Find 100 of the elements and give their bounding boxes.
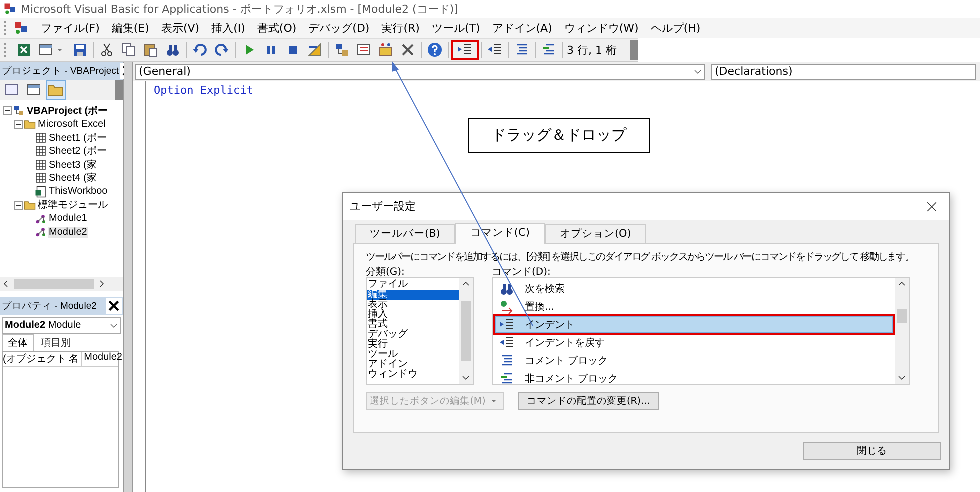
tab[interactable]: 項目別 bbox=[36, 335, 76, 351]
tree-item[interactable]: ThisWorkboo bbox=[48, 186, 109, 198]
grid-icon bbox=[35, 172, 47, 184]
clipboard-icon bbox=[143, 42, 159, 58]
scissors-icon bbox=[99, 42, 115, 58]
menu-item[interactable]: ファイル(F) bbox=[35, 20, 106, 36]
menu-item[interactable]: 挿入(I) bbox=[206, 20, 252, 36]
window-title: Microsoft Visual Basic for Applications - ポートフォリオ.xlsm - [Module2 (コード)] bbox=[21, 2, 458, 16]
toolbar-button[interactable] bbox=[451, 40, 479, 60]
tree-icon bbox=[13, 104, 25, 117]
module-icon bbox=[35, 226, 47, 238]
list-label: 分類(G): bbox=[366, 266, 406, 277]
list-item[interactable]: デバッグ bbox=[367, 330, 459, 340]
dropdown-button: 選択したボタンの編集(M) bbox=[366, 392, 504, 410]
list-item[interactable]: ウィンドウ bbox=[367, 370, 459, 380]
folder-icon bbox=[24, 199, 36, 212]
tree-item[interactable]: VBAProject (ポー bbox=[26, 104, 110, 118]
tree-item[interactable]: Module1 bbox=[48, 213, 88, 224]
gripper-handle[interactable] bbox=[4, 43, 9, 57]
tree-item[interactable]: Module2 bbox=[48, 226, 88, 238]
spreadsheet-icon bbox=[16, 42, 32, 58]
tab[interactable]: 全体 bbox=[2, 334, 34, 351]
menu-item[interactable]: 実行(R) bbox=[376, 20, 426, 36]
list-item[interactable]: 次を検索 bbox=[495, 280, 893, 297]
tree-item[interactable]: Microsoft Excel bbox=[37, 118, 107, 130]
collapse-toggle[interactable] bbox=[14, 120, 23, 129]
menu-item[interactable]: 書式(O) bbox=[251, 20, 303, 36]
tab[interactable]: オプション(O) bbox=[544, 224, 646, 243]
spreadsheet-icon bbox=[35, 186, 47, 198]
outdent-icon bbox=[499, 334, 515, 350]
save-icon bbox=[72, 42, 88, 58]
scroll-thumb[interactable] bbox=[461, 301, 471, 361]
redo-icon bbox=[214, 42, 230, 58]
vertical-scrollbar[interactable] bbox=[459, 278, 473, 384]
close-button[interactable]: 閉じる bbox=[803, 442, 941, 460]
tab[interactable]: ツールバー(B) bbox=[355, 224, 456, 243]
undo-icon bbox=[192, 42, 208, 58]
window-icon bbox=[26, 82, 42, 98]
grid-icon bbox=[35, 145, 47, 158]
menu-item[interactable]: デバッグ(D) bbox=[302, 20, 376, 36]
list-item[interactable]: コメント ブロック bbox=[495, 352, 893, 369]
scroll-thumb[interactable] bbox=[897, 309, 907, 323]
property-value[interactable]: Module2 bbox=[82, 352, 122, 366]
close-button[interactable] bbox=[106, 298, 122, 314]
menu-item[interactable]: ヘルプ(H) bbox=[644, 20, 707, 36]
grid-icon bbox=[35, 158, 47, 171]
rearrange-button[interactable]: コマンドの配置の変更(R)... bbox=[518, 392, 660, 410]
menu-item[interactable]: ウィンドウ(W) bbox=[558, 20, 645, 36]
pane-title: プロジェクト - VBAProject bbox=[2, 64, 120, 78]
horizontal-scrollbar[interactable] bbox=[0, 277, 123, 291]
list-item[interactable]: 非コメント ブロック bbox=[495, 370, 893, 387]
close-button[interactable] bbox=[925, 200, 939, 214]
menu-item[interactable]: 表示(V) bbox=[155, 20, 206, 36]
scroll-thumb[interactable] bbox=[14, 279, 94, 289]
list-item[interactable]: ツール bbox=[367, 350, 459, 360]
list-item[interactable]: 挿入 bbox=[367, 310, 459, 320]
window-icon bbox=[38, 42, 54, 58]
menu-item[interactable]: ツール(T) bbox=[426, 20, 486, 36]
app-icon bbox=[3, 2, 17, 16]
lines-icon bbox=[499, 352, 515, 368]
tree-item[interactable]: Sheet3 (家 bbox=[48, 158, 98, 172]
scrollbar[interactable] bbox=[115, 80, 123, 100]
collapse-toggle[interactable] bbox=[3, 106, 12, 116]
close-icon bbox=[107, 299, 121, 313]
callout-label: ドラッグ＆ドロップ bbox=[468, 118, 650, 153]
binoculars-icon bbox=[165, 42, 181, 58]
object-dropdown[interactable]: Module2 Module bbox=[2, 317, 121, 334]
object-name: Module2 Module bbox=[5, 320, 82, 331]
object-dropdown[interactable]: (General) bbox=[135, 64, 705, 80]
list-item[interactable]: 書式 bbox=[367, 320, 459, 330]
menu-item[interactable]: 編集(E) bbox=[106, 20, 156, 36]
collapse-toggle[interactable] bbox=[14, 200, 23, 210]
procedure-dropdown[interactable]: (Declarations) bbox=[711, 64, 976, 80]
lines-arrow-icon bbox=[499, 370, 515, 386]
list-item[interactable]: ファイル bbox=[367, 280, 459, 290]
card-icon bbox=[356, 42, 372, 58]
folder-icon bbox=[24, 118, 36, 130]
pane-title: プロパティ - Module2 bbox=[2, 300, 97, 312]
cursor-position: 3 行, 1 桁 bbox=[567, 42, 618, 58]
list-item[interactable]: インデントを戻す bbox=[495, 334, 893, 351]
tree-item[interactable]: Sheet2 (ポー bbox=[48, 144, 108, 158]
ruler-icon bbox=[307, 42, 323, 58]
toggle-folders-button[interactable] bbox=[46, 80, 66, 100]
indent-icon bbox=[499, 316, 515, 332]
gripper-handle[interactable] bbox=[4, 21, 9, 35]
list-item[interactable]: 表示 bbox=[367, 300, 459, 310]
menu-item[interactable]: アドイン(A) bbox=[486, 20, 558, 36]
view-icon bbox=[4, 82, 20, 98]
tree-item[interactable]: Sheet1 (ポー bbox=[48, 130, 108, 145]
dropdown-value: (General) bbox=[139, 65, 191, 78]
list-item[interactable]: アドイン bbox=[367, 360, 459, 370]
tree-item[interactable]: Sheet4 (家 bbox=[48, 171, 98, 186]
module-icon bbox=[35, 212, 47, 225]
list-item[interactable]: 実行 bbox=[367, 340, 459, 350]
list-item[interactable]: 置換... bbox=[495, 298, 893, 315]
tree-item[interactable]: 標準モジュール bbox=[37, 198, 109, 212]
help-icon bbox=[427, 42, 443, 58]
replace-icon bbox=[499, 298, 515, 314]
dropdown-value: (Declarations) bbox=[715, 65, 793, 78]
vertical-scrollbar[interactable] bbox=[895, 278, 909, 384]
